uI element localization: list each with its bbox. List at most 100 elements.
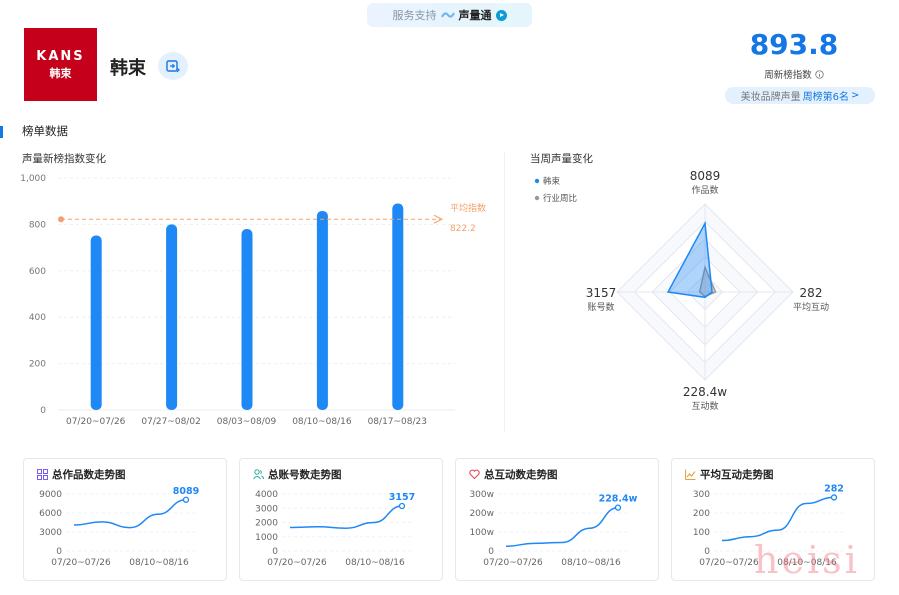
grid-icon xyxy=(37,469,48,480)
bar-x-tick-label: 08/03~08/09 xyxy=(217,417,277,427)
trend-icon xyxy=(685,469,696,480)
radar-axis-name: 账号数 xyxy=(587,301,614,313)
mini-y-tick-label: 0 xyxy=(272,547,278,557)
radar-axis-name: 作品数 xyxy=(691,184,718,196)
mini-y-tick-label: 4000 xyxy=(255,490,278,500)
mini-x-tick-label: 08/10~08/16 xyxy=(561,558,621,568)
watermark: heisi xyxy=(754,538,860,582)
mini-y-tick-label: 3000 xyxy=(255,504,278,514)
service-support-banner[interactable]: 服务支持 声量通 xyxy=(367,3,532,27)
interactions-trend-chart: 0 100w 200w 300w 228.4w 07/20~07/26 08/10~08/1… xyxy=(469,490,638,568)
mini-y-tick-label: 200 xyxy=(693,509,710,519)
bar-x-tick-label: 07/27~08/02 xyxy=(141,417,200,427)
mini-y-tick-label: 100 xyxy=(693,528,710,538)
works-trend-title: 总作品数走势图 xyxy=(52,469,126,481)
panel-divider xyxy=(504,152,505,432)
mini-y-tick-label: 0 xyxy=(704,547,710,557)
bar-y-tick-label: 1,000 xyxy=(20,174,46,184)
mini-y-tick-label: 0 xyxy=(56,547,62,557)
section-title: 榜单数据 xyxy=(22,124,68,138)
accounts-trend-chart: 0 1000 2000 3000 4000 3157 07/20~07/26 08/10~08… xyxy=(255,490,415,568)
radar-axis-value: 228.4w xyxy=(683,385,727,399)
bar xyxy=(90,235,102,410)
bar-y-tick-label: 0 xyxy=(40,406,46,416)
mini-y-tick-label: 200w xyxy=(469,509,494,519)
mini-y-tick-label: 300 xyxy=(693,490,710,500)
bar xyxy=(392,203,404,410)
radar-axis-value: 8089 xyxy=(690,169,721,183)
bar xyxy=(166,224,178,410)
info-icon[interactable] xyxy=(815,70,824,79)
rank-link[interactable]: 美妆品牌声量 周榜第6名 > xyxy=(725,87,875,104)
mini-y-tick-label: 2000 xyxy=(255,519,278,529)
mini-trend-line xyxy=(721,496,835,542)
weekly-index-value: 893.8 xyxy=(749,28,839,61)
radar-axis-value: 3157 xyxy=(586,286,617,300)
reference-line-value: 822.2 xyxy=(450,224,476,234)
radar-legend-marker xyxy=(534,195,540,201)
mini-x-tick-label: 07/20~07/26 xyxy=(483,558,543,568)
mini-end-point xyxy=(398,502,406,510)
arrow-circle-icon xyxy=(495,9,507,21)
mini-x-tick-label: 07/20~07/26 xyxy=(51,558,111,568)
brand-name: 韩束 xyxy=(110,58,146,79)
users-icon xyxy=(253,469,264,480)
mini-end-label: 282 xyxy=(824,483,844,494)
radar-axis-name: 平均互动 xyxy=(793,301,829,313)
weekly-radar-chart: 8089作品数 282平均互动 228.4w互动数 3157账号数 韩束行业周比 xyxy=(534,169,829,412)
mini-x-tick-label: 08/10~08/16 xyxy=(129,558,189,568)
mini-y-tick-label: 3000 xyxy=(39,528,62,538)
wave-icon xyxy=(440,12,455,18)
bar-chart-title: 声量新榜指数变化 xyxy=(22,153,106,165)
mini-y-tick-label: 100w xyxy=(469,528,494,538)
weekly-index-label-text: 周新榜指数 xyxy=(764,70,812,81)
mini-end-label: 3157 xyxy=(389,492,415,503)
compare-icon xyxy=(166,60,180,73)
bar-y-tick-label: 600 xyxy=(29,267,46,277)
mini-end-label: 8089 xyxy=(173,486,199,497)
reference-line-label: 平均指数 xyxy=(450,202,486,214)
mini-y-tick-label: 9000 xyxy=(39,490,62,500)
mini-trend-line xyxy=(289,505,403,529)
bar xyxy=(241,229,253,410)
radar-legend-label: 韩束 xyxy=(543,176,561,187)
weekly-index-label: 周新榜指数 xyxy=(735,67,853,81)
weekly-index-bar-chart: 0 200 400 600 800 1,000 07/20~07/26 07/27~08/02… xyxy=(20,174,486,427)
bar-x-tick-label: 07/20~07/26 xyxy=(66,417,126,427)
bar-x-tick-label: 08/10~08/16 xyxy=(292,417,352,427)
mini-y-tick-label: 1000 xyxy=(255,533,278,543)
mini-end-point xyxy=(614,504,622,511)
mini-y-tick-label: 0 xyxy=(488,547,494,557)
rank-value: 周榜第6名 xyxy=(802,92,849,103)
bar-y-tick-label: 200 xyxy=(29,360,46,370)
bar xyxy=(316,210,328,410)
mini-y-tick-label: 6000 xyxy=(39,509,62,519)
mini-end-point xyxy=(182,496,190,503)
interactions-trend-card: 总互动数走势图 0 100w 200w 300w 228.4w 07/20~07/26 08… xyxy=(455,458,659,581)
logo-text-bottom: 韩束 xyxy=(49,66,72,80)
avg-interaction-trend-title: 平均互动走势图 xyxy=(700,469,774,481)
mini-y-tick-label: 300w xyxy=(469,490,494,500)
works-trend-chart: 0 3000 6000 9000 8089 07/20~07/26 08/10~08/16 xyxy=(39,486,199,568)
radar-legend-marker xyxy=(534,178,540,184)
radar-legend-label: 行业周比 xyxy=(543,193,577,204)
section-marker xyxy=(0,126,3,138)
interactions-trend-title: 总互动数走势图 xyxy=(484,469,558,481)
accounts-trend-title: 总账号数走势图 xyxy=(268,469,342,481)
mini-end-label: 228.4w xyxy=(599,494,638,505)
rank-arrow: > xyxy=(850,90,860,101)
works-trend-card: 总作品数走势图 0 3000 6000 9000 8089 07/20~07/26 08/1… xyxy=(23,458,227,581)
service-product: 声量通 xyxy=(458,9,492,22)
mini-trend-line xyxy=(73,499,187,529)
brand-logo: KANS 韩束 xyxy=(24,28,97,101)
brand-compare-button[interactable] xyxy=(158,52,188,80)
heart-icon xyxy=(469,469,480,480)
radar-axis-name: 互动数 xyxy=(691,400,718,412)
accounts-trend-card: 总账号数走势图 0 1000 2000 3000 4000 3157 07/20~07/26… xyxy=(239,458,443,581)
mini-x-tick-label: 07/20~07/26 xyxy=(267,558,327,568)
radar-axis-value: 282 xyxy=(800,286,823,300)
mini-end-point xyxy=(830,494,838,501)
bar-y-tick-label: 800 xyxy=(29,220,46,230)
bar-x-tick-label: 08/17~08/23 xyxy=(368,417,427,427)
mini-x-tick-label: 07/20~07/26 xyxy=(699,558,759,568)
